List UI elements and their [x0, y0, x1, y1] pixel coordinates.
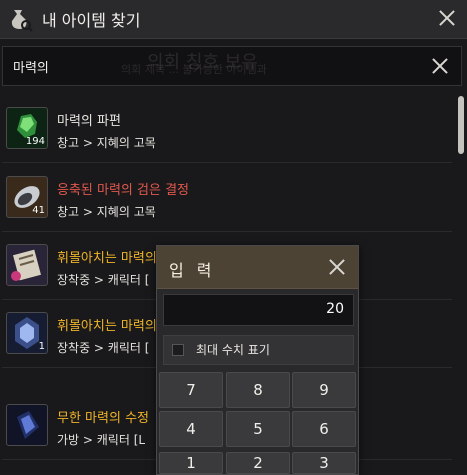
item-name: 휘몰아치는 마력의: [57, 319, 157, 334]
window-title: 내 아이템 찾기: [42, 11, 141, 30]
item-name: 응축된 마력의 검은 결정: [57, 183, 189, 198]
item-count: 1: [38, 341, 45, 352]
item-location: 장착중 > 캐릭터 [: [57, 341, 150, 355]
keypad-key-9[interactable]: 9: [292, 372, 356, 408]
blue-crystal-icon: [6, 404, 48, 446]
scroll-icon: [6, 244, 48, 286]
list-scrollbar[interactable]: [458, 96, 464, 154]
close-window-icon[interactable]: [438, 9, 456, 27]
item-count: 194: [25, 136, 45, 147]
quantity-value: 20: [326, 301, 344, 317]
title-bar: 내 아이템 찾기: [0, 0, 467, 39]
clear-search-icon[interactable]: [431, 57, 449, 75]
search-input[interactable]: [11, 55, 415, 77]
max-value-toggle[interactable]: 최대 수치 표기: [163, 335, 354, 365]
list-item[interactable]: 41 응축된 마력의 검은 결정 창고 > 지혜의 고목: [2, 165, 452, 232]
quantity-input-dialog: 입 력 20 최대 수치 표기 7 8 9 4 5 6 1 2 3: [156, 245, 359, 475]
keypad-key-4[interactable]: 4: [159, 411, 223, 447]
quantity-field[interactable]: 20: [163, 294, 354, 326]
keypad-key-5[interactable]: 5: [226, 411, 290, 447]
item-count: 41: [32, 205, 45, 216]
search-bar: 의회 칭호 보유 의회 제복 ... 불가능한 아이템과: [2, 46, 462, 86]
blue-gem-icon: 1: [6, 312, 48, 354]
dialog-header: 입 력: [157, 246, 358, 289]
item-location: 가방 > 캐릭터 [L: [57, 433, 146, 447]
pouch-search-icon: [6, 4, 34, 32]
list-item[interactable]: 194 마력의 파편 창고 > 지혜의 고목: [2, 96, 452, 163]
keypad-key-6[interactable]: 6: [292, 411, 356, 447]
item-name: 휘몰아치는 마력의: [57, 251, 157, 266]
dialog-title: 입 력: [169, 261, 216, 280]
item-location: 장착중 > 캐릭터 [: [57, 273, 150, 287]
keypad-key-2[interactable]: 2: [226, 452, 290, 474]
keypad-key-7[interactable]: 7: [159, 372, 223, 408]
keypad-key-3[interactable]: 3: [292, 452, 356, 474]
item-location: 창고 > 지혜의 고목: [57, 205, 156, 219]
keypad-key-8[interactable]: 8: [226, 372, 290, 408]
max-value-label: 최대 수치 표기: [196, 343, 270, 357]
close-dialog-icon[interactable]: [328, 258, 346, 276]
item-name: 무한 마력의 수정: [57, 411, 149, 426]
black-crystal-icon: 41: [6, 176, 48, 218]
max-value-checkbox[interactable]: [172, 344, 184, 356]
item-location: 창고 > 지혜의 고목: [57, 136, 156, 150]
item-name: 마력의 파편: [57, 114, 121, 129]
green-crystal-icon: 194: [6, 107, 48, 149]
keypad-key-1[interactable]: 1: [159, 452, 223, 474]
